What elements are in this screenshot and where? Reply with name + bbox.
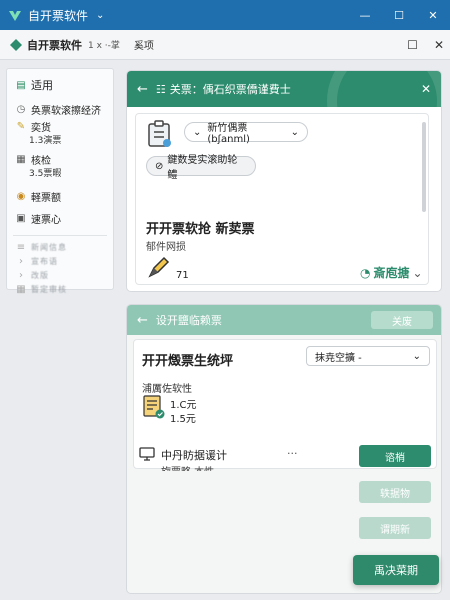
box-icon: ▣: [16, 212, 26, 224]
coins-icon: ◉: [16, 190, 26, 202]
close-button[interactable]: ✕: [416, 0, 450, 30]
minimize-button[interactable]: —: [348, 0, 382, 30]
chevron-down-icon: ⌄: [290, 126, 299, 138]
list-icon: ≡: [16, 241, 26, 253]
sidebar-item-check[interactable]: ▦ 核检: [7, 152, 113, 167]
row-label: 浦厲佐软性: [142, 384, 192, 395]
sidebar-item-check-sub: 3.5票暇: [29, 169, 62, 179]
chevron-right-icon: ›: [19, 255, 23, 267]
settings-card: ← 设开鹽临赖票 关废 开开燬票生统坪 抹尭空擴 - ⌄ 浦厲佐软性 1.C元 …: [126, 304, 442, 594]
item-title: 中丹眆据谖计: [161, 449, 227, 462]
doc-icon: ▤: [16, 79, 26, 91]
count-value: 71: [176, 270, 189, 281]
tab-close-button[interactable]: ✕: [434, 38, 444, 52]
monitor-icon: [139, 447, 155, 461]
maximize-button[interactable]: ☐: [382, 0, 416, 30]
sidebar-item-goods-sub: 1.3演票: [29, 136, 62, 146]
invoice-main-title: 开开票软抢 新荬票: [146, 222, 255, 237]
sidebar-divider: [13, 235, 107, 236]
chevron-down-icon: ⌄: [412, 350, 421, 362]
invoice-subtitle: 郁件网损: [146, 242, 186, 253]
restore-button[interactable]: ☐: [407, 38, 418, 52]
sidebar-blurred-item[interactable]: ▦ 暂定审核: [7, 282, 113, 296]
settings-card-title: 设开鹽临赖票: [155, 314, 222, 327]
chat-icon: ☷: [155, 82, 166, 96]
chevron-right-icon: ›: [19, 269, 23, 281]
window-title: 自开票软件: [28, 8, 89, 23]
sidebar-item-center[interactable]: ▣ 速票心: [7, 209, 113, 227]
invoice-card-title: 关票：偊石织票僑谨費士: [169, 83, 291, 96]
sidebar-blurred-item[interactable]: › 宣布语: [7, 254, 113, 268]
clipboard-icon: [148, 120, 171, 147]
item-subtitle: 旋票略 本性: [161, 463, 214, 471]
app-name: 自开票软件: [27, 38, 82, 52]
more-icon[interactable]: ···: [287, 447, 298, 460]
chevron-down-icon[interactable]: ⌄: [96, 10, 104, 21]
app-tabbar: 自开票软件 1 x ·-掌 奚项 ☐ ✕: [0, 30, 450, 60]
clock-icon: ◷: [16, 103, 26, 115]
calculator-icon: [143, 395, 165, 419]
back-arrow-icon[interactable]: ←: [137, 313, 148, 328]
settings-main-title: 开开燬票生统坪: [142, 354, 234, 369]
invoice-type-select[interactable]: ⌄ 新竹偶票 (bʃanml) ⌄: [184, 122, 308, 145]
chevron-down-icon: ⌄: [193, 126, 202, 138]
settings-dropdown[interactable]: 抹尭空擴 - ⌄: [306, 346, 430, 366]
sidebar-item-overview[interactable]: ◷ 奂票软滚擦经济: [7, 101, 113, 117]
amount-value-2: 1.5元: [170, 414, 196, 425]
header-close-button[interactable]: 关废: [371, 311, 433, 329]
amount-value-1: 1.C元: [170, 400, 197, 411]
link-icon: ⊘: [155, 160, 164, 172]
invoice-card-header: ← ☷ 关票：偊石织票僑谨費士 ✕: [127, 71, 441, 161]
sidebar-item-amount[interactable]: ◉ 軽票额: [7, 187, 113, 205]
window-titlebar: 自开票软件 ⌄ — ☐ ✕: [0, 0, 450, 30]
back-arrow-icon[interactable]: ←: [137, 82, 148, 97]
sidebar-item-goods[interactable]: ✎ 奕货: [7, 119, 113, 134]
auto-fill-pill[interactable]: ⊘ 鍵数旻实滚助轮鳢: [146, 155, 256, 181]
secondary-action-button-1[interactable]: 轶据物: [359, 481, 431, 503]
close-icon[interactable]: ✕: [421, 82, 431, 96]
sidebar-blurred-item[interactable]: › 改版: [7, 268, 113, 282]
app-subtitle: 1 x ·-掌: [88, 41, 120, 51]
grid-icon: ▦: [16, 283, 26, 295]
invoice-card: ← ☷ 关票：偊石织票僑谨費士 ✕ ⌄ 新竹偶票 (bʃanml) ⌄ ⊘ 鍵数…: [126, 70, 442, 292]
section-tab[interactable]: 奚项: [134, 37, 154, 52]
doc-icon: ▦: [16, 153, 26, 165]
sidebar-blurred-item[interactable]: ≡ 新闻信息: [7, 240, 113, 254]
refresh-icon: ◔: [360, 265, 371, 280]
chevron-down-icon: ⌄: [412, 265, 423, 280]
app-logo-icon: [10, 38, 22, 51]
primary-action-button[interactable]: 谘梢: [359, 445, 431, 467]
sidebar-header[interactable]: ▤ 适用: [7, 73, 113, 97]
scrollbar[interactable]: [422, 122, 426, 212]
pencil-icon: ✎: [16, 120, 26, 132]
secondary-action-button-2[interactable]: 谓期新: [359, 517, 431, 539]
settings-card-header: ← 设开鹽临赖票 关废: [127, 305, 441, 335]
invoice-form: ⌄ 新竹偶票 (bʃanml) ⌄ ⊘ 鍵数旻实滚助轮鳢 开开票软抢 新荬票 郁…: [135, 113, 429, 285]
sidebar: ▤ 适用 ◷ 奂票软滚擦经济 ✎ 奕货 1.3演票 ▦ 核检 3.5票暇 ◉ 軽…: [6, 68, 114, 295]
pen-icon: [148, 256, 170, 278]
floating-action-button[interactable]: 禹决菜期: [353, 555, 439, 585]
card1-action-link[interactable]: ◔ 斎庖搪 ⌄: [360, 264, 423, 281]
app-logo-icon: [9, 11, 21, 21]
